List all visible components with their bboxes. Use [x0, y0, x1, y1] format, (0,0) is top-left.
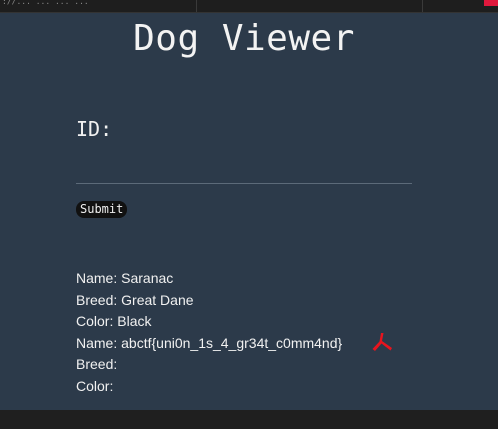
result-label: Name: — [76, 270, 118, 286]
query-results: Name: Saranac Breed: Great Dane Color: B… — [76, 268, 342, 398]
result-label: Color: — [76, 313, 114, 330]
red-pointer-icon — [372, 333, 392, 351]
result-line: Name: Saranac — [76, 268, 342, 290]
result-line: Name: abctf{uni0n_1s_4_gr34t_c0mm4nd} — [76, 333, 342, 355]
toolbar-divider — [422, 0, 423, 12]
toolbar-divider — [196, 0, 197, 12]
result-value: Black — [117, 313, 152, 330]
result-label: Name: — [76, 334, 118, 351]
id-label: ID: — [76, 117, 113, 141]
result-line: Color: Black — [76, 311, 342, 333]
id-input[interactable] — [76, 150, 412, 184]
bottom-bar — [0, 410, 498, 429]
result-line: Breed: — [76, 354, 342, 376]
toolbar-badge-icon[interactable] — [484, 0, 498, 6]
result-value: Saranac — [121, 270, 174, 286]
address-text[interactable]: ://... ... ... ... — [2, 0, 89, 6]
submit-button[interactable]: Submit — [76, 201, 128, 218]
result-label: Color: — [76, 377, 114, 394]
result-label: Breed: — [76, 356, 118, 373]
result-line: Breed: Great Dane — [76, 290, 342, 312]
result-line: Color: — [76, 376, 342, 398]
page-title: Dog Viewer — [133, 18, 355, 59]
result-value: abctf{uni0n_1s_4_gr34t_c0mm4nd} — [121, 334, 343, 351]
result-value: Great Dane — [121, 291, 194, 308]
browser-top-bar: ://... ... ... ... — [0, 0, 498, 13]
result-label: Breed: — [76, 291, 118, 308]
